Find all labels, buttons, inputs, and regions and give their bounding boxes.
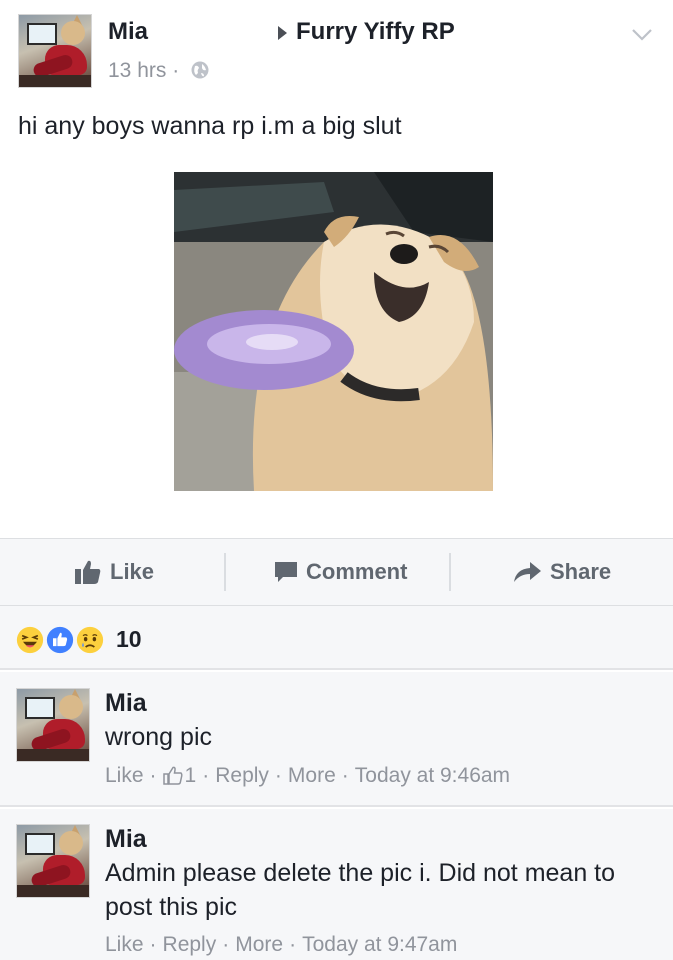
post-text: hi any boys wanna rp i.m a big slut: [18, 112, 402, 140]
post-group-name[interactable]: Furry Yiffy RP: [296, 18, 455, 46]
comment-meta: Like · Reply · More · Today at 9:47am: [105, 933, 458, 957]
comment-like-link[interactable]: Like: [105, 933, 144, 957]
share-button[interactable]: Share: [512, 539, 611, 605]
comment-author-name[interactable]: Mia: [105, 689, 147, 718]
like-button[interactable]: Like: [74, 539, 154, 605]
comment-timestamp[interactable]: Today at 9:47am: [302, 933, 457, 957]
post-photo-dog-frisbee[interactable]: [174, 172, 493, 491]
comment-icon: [275, 562, 297, 582]
comment-more-link[interactable]: More: [235, 933, 283, 957]
group-arrow-icon: [278, 26, 287, 40]
comment-button[interactable]: Comment: [274, 539, 407, 605]
comment-like-link[interactable]: Like: [105, 764, 144, 788]
sad-icon: [74, 624, 106, 656]
comment-reply-link[interactable]: Reply: [163, 933, 217, 957]
post-author-name[interactable]: Mia: [108, 18, 148, 46]
comment-reply-link[interactable]: Reply: [215, 764, 269, 788]
comment-meta: Like · 1 · Reply · More · Today at 9:46am: [105, 764, 511, 788]
post-card: Mia Furry Yiffy RP 13 hrs · hi any boys …: [0, 0, 673, 538]
globe-icon: [191, 61, 209, 79]
reactions-summary[interactable]: 10: [0, 606, 673, 670]
chevron-down-icon[interactable]: [630, 22, 654, 46]
comment-item: Mia Admin please delete the pic i. Did n…: [0, 809, 673, 960]
comment-timestamp[interactable]: Today at 9:46am: [355, 764, 510, 788]
thumbs-up-outline-icon: [162, 766, 183, 785]
comment-text: Admin please delete the pic i. Did not m…: [105, 859, 616, 921]
comment-avatar[interactable]: [16, 688, 90, 762]
comment-text: wrong pic: [105, 723, 212, 751]
like-icon: [44, 624, 76, 656]
reaction-count[interactable]: 10: [116, 626, 142, 653]
thumbs-up-icon: [75, 560, 101, 584]
comment-avatar[interactable]: [16, 824, 90, 898]
author-avatar[interactable]: [18, 14, 92, 88]
post-action-bar: Like Comment Share: [0, 538, 673, 606]
share-arrow-icon: [514, 562, 541, 582]
haha-icon: [14, 624, 46, 656]
post-timestamp[interactable]: 13 hrs ·: [108, 59, 179, 83]
action-divider: [449, 553, 451, 591]
comment-more-link[interactable]: More: [288, 764, 336, 788]
comment-author-name[interactable]: Mia: [105, 825, 147, 854]
action-divider: [224, 553, 226, 591]
comment-item: Mia wrong pic Like · 1 · Reply · More · Today at…: [0, 672, 673, 807]
comment-like-count[interactable]: 1: [185, 764, 197, 788]
